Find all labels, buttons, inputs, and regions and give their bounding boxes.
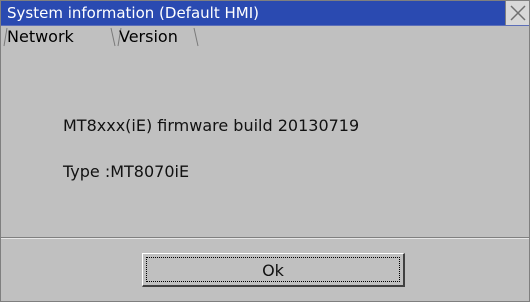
tab-version[interactable]: Version [119, 26, 178, 48]
title-bar[interactable]: System information (Default HMI) [1, 1, 529, 26]
tab-network[interactable]: Network [7, 26, 74, 48]
device-type-text: Type :MT8070iE [63, 162, 190, 181]
system-information-dialog: System information (Default HMI) Network… [0, 0, 530, 302]
version-panel: MT8xxx(iE) firmware build 20130719 Type … [1, 70, 529, 236]
firmware-build-text: MT8xxx(iE) firmware build 20130719 [63, 116, 360, 135]
ok-button-label: Ok [146, 257, 400, 282]
dialog-title: System information (Default HMI) [7, 4, 259, 22]
close-button[interactable] [505, 1, 529, 25]
footer-divider-highlight [1, 238, 529, 239]
tab-outline [3, 27, 199, 47]
tab-bar: Network Version [1, 26, 529, 69]
close-icon [510, 5, 526, 21]
ok-button[interactable]: Ok [142, 253, 405, 287]
